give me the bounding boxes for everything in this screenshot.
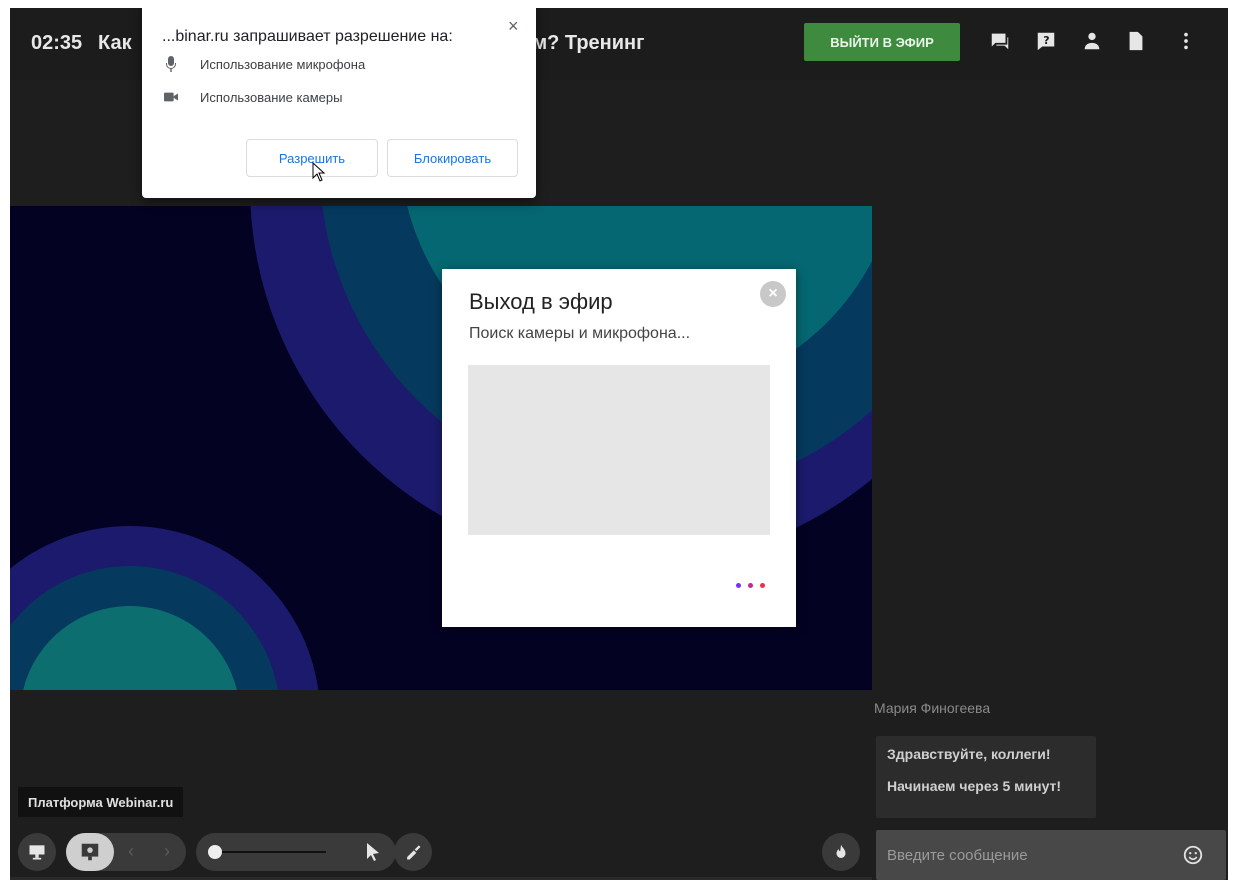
question-icon[interactable]: ? <box>1032 27 1060 55</box>
permission-label: Использование камеры <box>200 89 343 105</box>
smiley-icon[interactable] <box>1182 844 1204 866</box>
zoom-progress <box>10 877 872 880</box>
permission-popup: ...binar.ru запрашивает разрешение на: ×… <box>142 8 536 198</box>
mouse-cursor-icon <box>312 162 326 182</box>
loading-indicator <box>736 583 765 588</box>
permission-label: Использование микрофона <box>200 56 366 72</box>
chat-author: Мария Финогеева <box>874 700 991 716</box>
chat-input-box <box>876 830 1226 880</box>
go-live-dialog: Выход в эфир Поиск камеры и микрофона...… <box>442 269 796 627</box>
permission-item: Использование микрофона <box>164 56 365 72</box>
platform-label: Платформа Webinar.ru <box>18 787 184 817</box>
svg-text:?: ? <box>1043 34 1049 47</box>
camera-icon <box>164 89 178 105</box>
microphone-icon <box>164 56 178 72</box>
loader-dot <box>736 583 741 588</box>
chat-message-line: Начинаем через 5 минут! <box>887 778 1062 794</box>
go-live-button[interactable]: ВЫЙТИ В ЭФИР <box>804 23 960 61</box>
loader-dot <box>760 583 765 588</box>
zoom-track <box>220 851 326 853</box>
document-icon[interactable] <box>1122 27 1150 55</box>
next-slide-button[interactable]: › <box>164 841 170 862</box>
permission-item: Использование камеры <box>164 89 342 105</box>
participants-icon[interactable] <box>1078 27 1106 55</box>
pointer-icon[interactable] <box>364 842 382 862</box>
dialog-title: Выход в эфир <box>469 289 613 314</box>
close-icon[interactable]: × <box>760 281 786 307</box>
chat-message-input[interactable] <box>876 830 1176 880</box>
webinar-app: 02:35 Как иком? Тренинг ВЫЙТИ В ЭФИР ? <box>10 8 1228 880</box>
camera-preview <box>468 365 770 535</box>
chat-message: Здравствуйте, коллеги! Начинаем через 5 … <box>876 736 1096 818</box>
prev-slide-button[interactable]: ‹ <box>128 841 134 862</box>
more-vert-icon[interactable] <box>1172 27 1200 55</box>
chat-message-line: Здравствуйте, коллеги! <box>887 746 1051 762</box>
close-icon[interactable]: × <box>508 16 519 37</box>
block-button[interactable]: Блокировать <box>387 139 518 177</box>
zoom-slider[interactable] <box>196 833 396 871</box>
slide-pager: ‹ › <box>66 833 186 871</box>
zoom-handle[interactable] <box>208 845 222 859</box>
presentation-icon[interactable] <box>66 833 114 871</box>
chat-icon[interactable] <box>986 27 1014 55</box>
session-timer: 02:35 <box>31 32 83 54</box>
fire-icon[interactable] <box>822 833 860 871</box>
clear-icon[interactable] <box>394 833 432 871</box>
permission-title: ...binar.ru запрашивает разрешение на: <box>162 28 453 45</box>
screen-share-icon[interactable] <box>18 833 56 871</box>
dialog-status: Поиск камеры и микрофона... <box>469 325 691 342</box>
loader-dot <box>748 583 753 588</box>
